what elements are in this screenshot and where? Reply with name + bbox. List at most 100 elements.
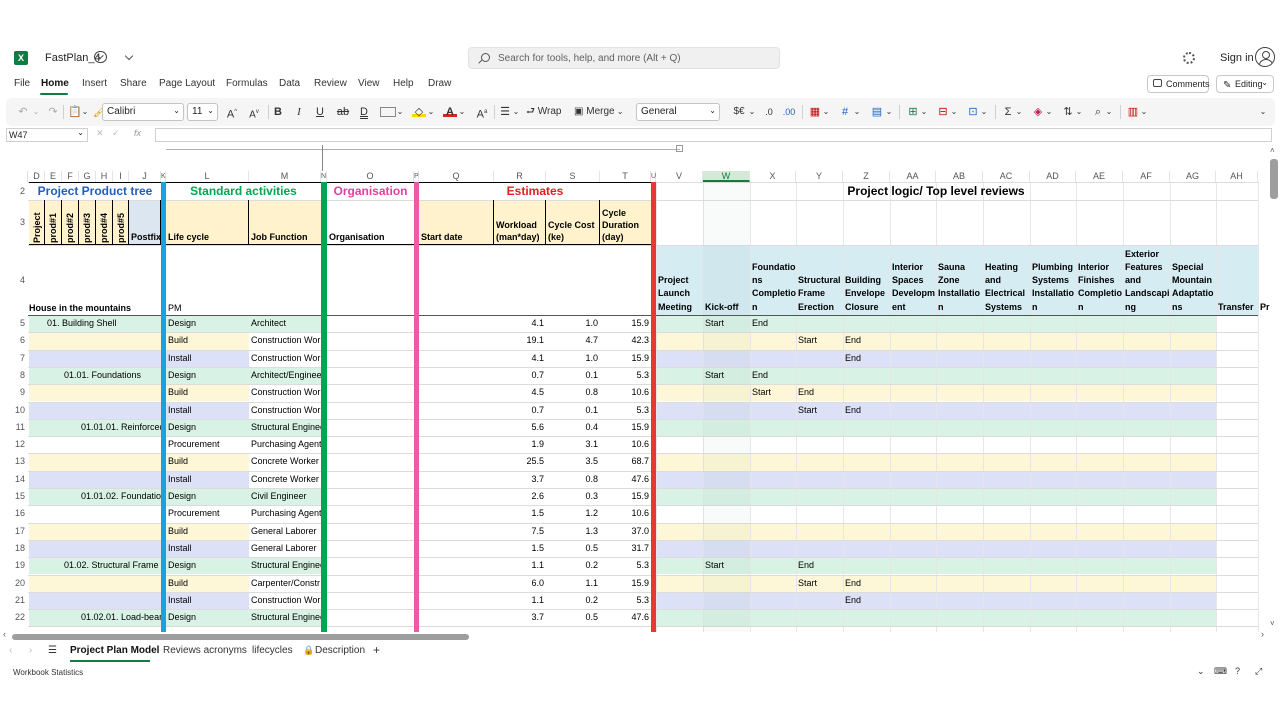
menu-insert[interactable]: Insert xyxy=(82,78,107,89)
product-item[interactable]: 01.02.01. Load-bearin xyxy=(81,609,161,626)
status-chevron-icon[interactable]: ⌄ xyxy=(1197,666,1205,677)
formula-cancel-icon[interactable]: ✕ xyxy=(96,128,104,139)
milestone-mark[interactable]: End xyxy=(752,367,796,384)
addins-chevron-icon[interactable]: ⌄ xyxy=(1140,104,1148,120)
column-header-f[interactable]: F xyxy=(62,171,79,182)
column-header-x[interactable]: X xyxy=(750,171,796,182)
column-header-e[interactable]: E xyxy=(45,171,62,182)
workload-cell[interactable]: 1.1 xyxy=(494,592,546,609)
life-cycle-cell[interactable]: Build xyxy=(168,332,249,349)
menu-file[interactable]: File xyxy=(14,78,30,89)
menu-page-layout[interactable]: Page Layout xyxy=(159,78,215,89)
job-function-cell[interactable]: Carpenter/Constr xyxy=(251,575,321,592)
product-item[interactable]: 01.01. Foundations xyxy=(64,367,161,384)
scroll-down-icon[interactable]: ˅ xyxy=(1270,619,1275,628)
workload-cell[interactable]: 19.1 xyxy=(494,332,546,349)
column-header-t[interactable]: T xyxy=(600,171,651,182)
font-color-icon[interactable]: A xyxy=(443,104,457,118)
row-header-16[interactable]: 16 xyxy=(0,505,28,523)
workload-cell[interactable]: 4.1 xyxy=(494,350,546,367)
workload-cell[interactable]: 4.5 xyxy=(494,384,546,401)
search-box[interactable]: Search for tools, help, and more (Alt + … xyxy=(468,47,780,69)
cycle-cost-cell[interactable]: 4.7 xyxy=(546,332,600,349)
document-name[interactable]: FastPlan_4 xyxy=(45,52,101,64)
life-cycle-cell[interactable]: Design xyxy=(168,419,249,436)
cycle-duration-cell[interactable]: 47.6 xyxy=(600,471,651,488)
job-function-cell[interactable]: Structural Enginee xyxy=(251,609,321,626)
job-function-cell[interactable]: Concrete Worker xyxy=(251,471,321,488)
doc-menu-chevron-icon[interactable] xyxy=(124,51,134,61)
row-header-11[interactable]: 11 xyxy=(0,418,28,437)
column-header-d[interactable]: D xyxy=(29,171,45,182)
product-item[interactable]: 01.01.02. Foundation xyxy=(81,488,161,505)
menu-review[interactable]: Review xyxy=(314,78,347,89)
job-function-cell[interactable]: Architect/Enginee xyxy=(251,367,321,384)
job-function-cell[interactable]: Purchasing Agent xyxy=(251,505,321,522)
cycle-duration-cell[interactable]: 15.9 xyxy=(600,488,651,505)
column-header-o[interactable]: O xyxy=(327,171,414,182)
workload-cell[interactable]: 1.9 xyxy=(494,436,546,453)
job-function-cell[interactable]: Civil Engineer xyxy=(251,488,321,505)
cycle-duration-cell[interactable]: 42.3 xyxy=(600,332,651,349)
add-sheet-icon[interactable]: + xyxy=(373,643,380,657)
workload-cell[interactable]: 0.7 xyxy=(494,402,546,419)
editing-mode-button[interactable]: ✎ Editing ⌄ xyxy=(1216,75,1274,93)
find-icon[interactable]: ⌕ xyxy=(1091,104,1105,120)
cycle-duration-cell[interactable]: 10.6 xyxy=(600,436,651,453)
row-header-12[interactable]: 12 xyxy=(0,436,28,454)
milestone-mark[interactable]: End xyxy=(845,350,890,367)
menu-formulas[interactable]: Formulas xyxy=(226,78,268,89)
insert-chevron-icon[interactable]: ⌄ xyxy=(920,104,928,120)
zoom-fit-icon[interactable]: ⤢ xyxy=(1255,666,1262,677)
ribbon-expand-chevron-icon[interactable]: ⌄ xyxy=(1258,104,1268,120)
conditional-chevron-icon[interactable]: ⌄ xyxy=(822,104,830,120)
formula-input[interactable] xyxy=(155,128,1272,142)
row-header-6[interactable]: 6 xyxy=(0,332,28,350)
scroll-right-icon[interactable]: › xyxy=(1261,629,1264,639)
column-header-v[interactable]: V xyxy=(656,171,703,182)
milestone-mark[interactable]: Start xyxy=(798,402,843,419)
delete-chevron-icon[interactable]: ⌄ xyxy=(950,104,958,120)
strikethrough-icon[interactable]: ab xyxy=(336,104,350,120)
workbook-statistics[interactable]: Workbook Statistics xyxy=(13,668,83,677)
undo-icon[interactable]: ↶ xyxy=(16,104,30,120)
workload-cell[interactable]: 25.5 xyxy=(494,453,546,470)
life-cycle-cell[interactable]: Design xyxy=(168,315,249,332)
row-header-8[interactable]: 8 xyxy=(0,366,28,385)
addins-icon[interactable]: ▥ xyxy=(1126,104,1140,120)
cycle-duration-cell[interactable]: 10.6 xyxy=(600,505,651,522)
column-header-y[interactable]: Y xyxy=(796,171,843,182)
name-box[interactable]: W47 ⌄ xyxy=(6,128,88,142)
menu-data[interactable]: Data xyxy=(279,78,300,89)
borders-chevron-icon[interactable]: ⌄ xyxy=(396,104,404,120)
sheet-tab-description[interactable]: Description xyxy=(315,645,365,656)
cycle-cost-cell[interactable]: 0.8 xyxy=(546,471,600,488)
settings-gear-icon[interactable] xyxy=(1183,52,1195,64)
group-collapse-button[interactable] xyxy=(676,145,683,152)
decrease-font-icon[interactable]: Av xyxy=(247,104,261,120)
workload-cell[interactable]: 6.0 xyxy=(494,575,546,592)
row-header-5[interactable]: 5 xyxy=(0,315,28,333)
menu-home[interactable]: Home xyxy=(41,78,69,89)
cycle-duration-cell[interactable]: 15.9 xyxy=(600,315,651,332)
column-header-g[interactable]: G xyxy=(79,171,96,182)
job-function-cell[interactable]: Concrete Worker xyxy=(251,453,321,470)
row-header-13[interactable]: 13 xyxy=(0,453,28,471)
format-table-chevron-icon[interactable]: ⌄ xyxy=(853,104,861,120)
workload-cell[interactable]: 1.5 xyxy=(494,505,546,522)
sign-in-link[interactable]: Sign in xyxy=(1220,52,1254,64)
job-function-cell[interactable]: Structural Enginee xyxy=(251,557,321,574)
borders-icon[interactable] xyxy=(380,107,396,117)
column-header-s[interactable]: S xyxy=(546,171,600,182)
milestone-mark[interactable]: Start xyxy=(752,384,796,401)
life-cycle-cell[interactable]: Procurement xyxy=(168,505,249,522)
column-header-q[interactable]: Q xyxy=(419,171,494,182)
column-header-ab[interactable]: AB xyxy=(936,171,983,182)
job-function-cell[interactable]: Purchasing Agent xyxy=(251,436,321,453)
row-header-7[interactable]: 7 xyxy=(0,349,28,367)
life-cycle-cell[interactable]: Design xyxy=(168,609,249,626)
column-header-af[interactable]: AF xyxy=(1123,171,1170,182)
row-header-2[interactable]: 2 xyxy=(0,182,28,200)
cycle-cost-cell[interactable]: 0.2 xyxy=(546,592,600,609)
job-function-cell[interactable]: Architect xyxy=(251,315,321,332)
